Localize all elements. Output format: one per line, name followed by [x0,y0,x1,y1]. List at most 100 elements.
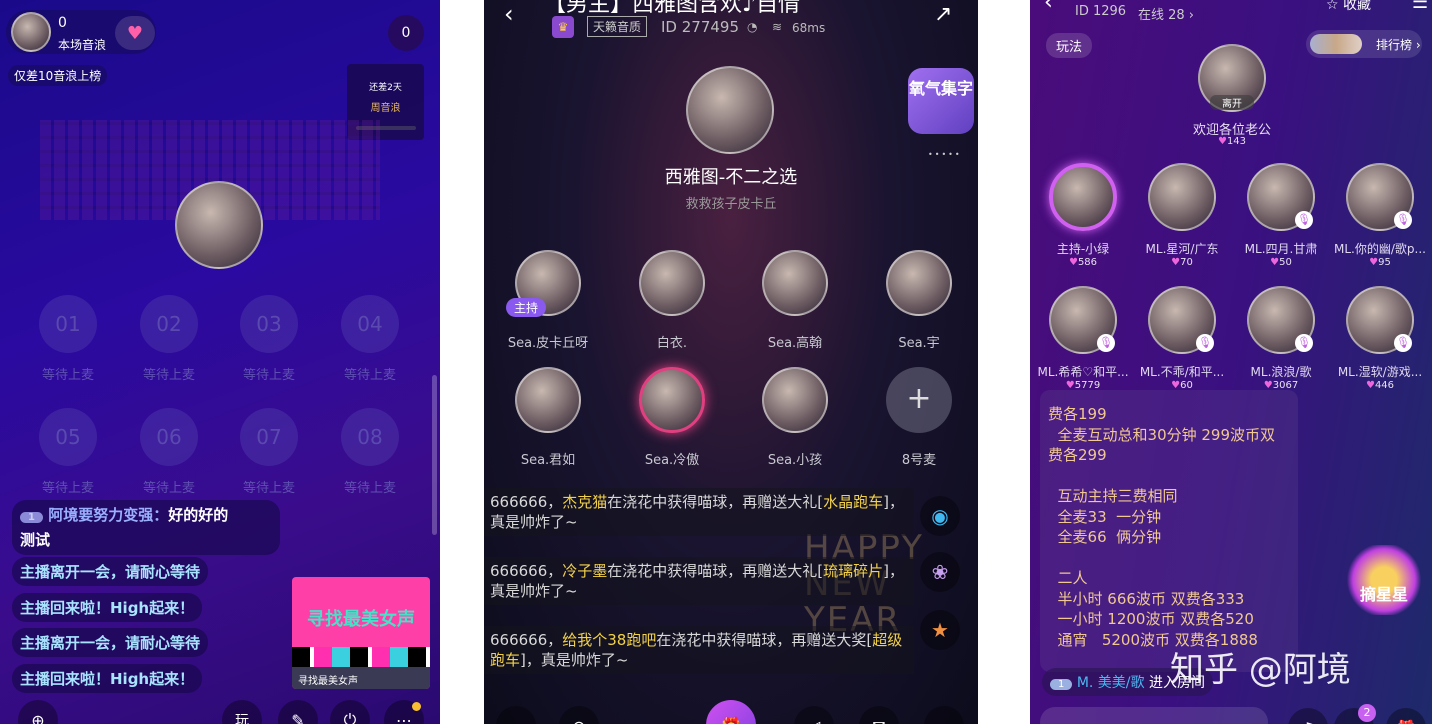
gift-icon[interactable]: 🎁 [706,700,756,724]
seat-avatar[interactable] [1049,163,1117,231]
seat-avatar[interactable] [639,250,705,316]
flower-icon[interactable]: ❀ [920,552,960,592]
mail-icon[interactable]: ✉ [859,706,899,724]
seat-number[interactable]: 07 [240,408,298,466]
muted-mic-icon: 🎙 [1295,211,1313,229]
star-icon[interactable]: ★ [920,610,960,650]
seat-name: Sea.小孩 [767,453,823,468]
seat-avatar[interactable] [515,367,581,433]
seat-hearts: ♥586 [1068,257,1098,268]
host-name: 西雅图-不二之选 [664,167,798,188]
chat-icon[interactable]: … [924,706,964,724]
gift-message: 666666，给我个38跑吧在浇花中获得喵球，再赠送大奖[超级跑车]，真是帅炸了… [484,626,914,674]
chat-message: 1 阿境要努力变强：好的好的 测试 [12,500,280,555]
quality-tag: 天籁音质 [587,16,648,37]
middle-room-screen: ‹ 【男主】西雅图含欢♪自情 ↗ ♛ 天籁音质 ID 277495 ◔ ≋ 68… [484,0,978,724]
seat-label: 等待上麦 [41,481,94,496]
host-status: 离开 [1210,95,1254,110]
promo-pattern [292,647,430,667]
seat-name: ML.湿软/游戏... [1337,365,1423,379]
seat-name: Sea.高翰 [767,336,823,351]
seat-name: ML.星河/广东 [1145,242,1219,256]
seat-avatar[interactable] [886,250,952,316]
back-icon[interactable]: ‹ [504,0,514,28]
play-icon[interactable]: 玩 [222,700,262,724]
room-notice: 费各199 全麦互动总和30分钟 299波币双 费各299 互动主持三费相同 全… [1040,390,1298,672]
host-avatar[interactable] [11,12,51,52]
pick-stars-badge[interactable]: 摘星星 [1346,545,1422,615]
seat-avatar[interactable] [1148,163,1216,231]
mute-icon[interactable]: ⊗ [559,706,599,724]
promo-banner: 寻找最美女声 [307,609,415,630]
rank-hint: 仅差10音浪上榜 [8,65,108,86]
menu-icon[interactable]: ☰ [1412,0,1428,13]
chat-user[interactable]: 阿境要努力变强： [48,506,168,524]
audience-count[interactable]: 0 [388,15,424,51]
seat-name: ML.四月.甘肃 [1244,242,1318,256]
room-title: 【男主】西雅图含欢♪自情 [544,0,801,17]
chat-input[interactable] [1040,707,1268,724]
whale-icon[interactable]: ◉ [920,496,960,536]
mic-icon[interactable]: ♫ [1288,708,1328,724]
seat-avatar[interactable] [762,367,828,433]
add-seat-button[interactable]: + [886,367,952,433]
seat-number[interactable]: 03 [240,295,298,353]
seat-label: 等待上麦 [242,481,295,496]
share-icon[interactable]: ↗ [934,2,952,27]
seat-name: Sea.宇 [898,336,940,351]
weekly-days: 还差2天 [369,83,402,93]
online-count[interactable]: 在线 28 › [1138,4,1194,23]
power-icon[interactable]: ⏻ [330,700,370,724]
promo-card[interactable]: 寻找最美女声 寻找最美女声 [292,577,430,689]
seat-hearts: ♥95 [1369,257,1391,268]
seat-name: ML.浪浪/歌 [1250,365,1312,379]
gift-message: 666666，冷子墨在浇花中获得喵球，再赠送大礼[琉璃碎片]，真是帅炸了~ [484,557,914,605]
seat-name: ML.不乖/和平... [1139,365,1225,379]
seat-number[interactable]: 06 [140,408,198,466]
favorite-button[interactable]: ☆ 收藏 [1326,0,1371,14]
seat-avatar[interactable] [762,250,828,316]
seat-icon[interactable]: ▭ [496,706,536,724]
level-badge: 1 [1050,679,1073,690]
back-icon[interactable]: ‹ [1044,0,1053,15]
gift-message: 666666，杰克猫在浇花中获得喵球，再赠送大礼[水晶跑车]，真是帅炸了~ [484,488,914,536]
chat-message: 主播离开一会，请耐心等待 [12,557,209,586]
seat-name: 白衣. [656,336,688,351]
seat-label: 等待上麦 [343,481,396,496]
room-id: ID 277495 [661,18,740,36]
wifi-icon: ≋ [772,20,783,34]
side-event-badge[interactable]: 氧气集字 [908,68,974,134]
link-icon[interactable]: ⊕ [18,700,58,724]
rank-button[interactable]: 排行榜 › [1306,30,1422,58]
seat-name: ML.希希♡和平... [1037,365,1129,379]
magic-wand-icon[interactable]: ✎ [278,700,318,724]
notification-dot [412,702,421,711]
seat-name: 主持-小绿 [1056,242,1110,256]
page-dots[interactable]: ••••• [928,150,962,159]
star-outline-icon: ☆ [1326,0,1339,13]
crown-badge-icon: ♛ [552,16,574,38]
host-avatar[interactable] [686,66,774,154]
muted-mic-icon: 🎙 [1097,334,1115,352]
chat-message: 主播回来啦！High起来！ [12,664,203,693]
seat-number[interactable]: 05 [39,408,97,466]
seat-number[interactable]: 02 [140,295,198,353]
muted-mic-icon: 🎙 [1394,334,1412,352]
main-avatar[interactable] [175,181,263,269]
weekly-label: 周音浪 [370,103,401,114]
seat-number[interactable]: 01 [39,295,97,353]
seat-hearts: ♥446 [1365,380,1395,391]
heart-wing-icon[interactable]: ♥ [115,16,155,50]
seat-number[interactable]: 08 [341,408,399,466]
gift-icon[interactable]: 🎁 [1386,708,1426,724]
play-rules-button[interactable]: 玩法 [1046,33,1093,58]
seat-name: Sea.冷傲 [644,453,700,468]
seat-number[interactable]: 04 [341,295,399,353]
speaker-icon[interactable]: ◁ [794,706,834,724]
scrollbar[interactable] [432,375,437,535]
promo-caption: 寻找最美女声 [292,667,430,689]
score-value: 0 [58,15,67,31]
left-room-screen: 0 本场音浪 ♥ 仅差10音浪上榜 0 还差2天 周音浪 01 等待上麦 02 等待上… [0,0,440,724]
muted-mic-icon: 🎙 [1295,334,1313,352]
seat-avatar[interactable] [639,367,705,433]
